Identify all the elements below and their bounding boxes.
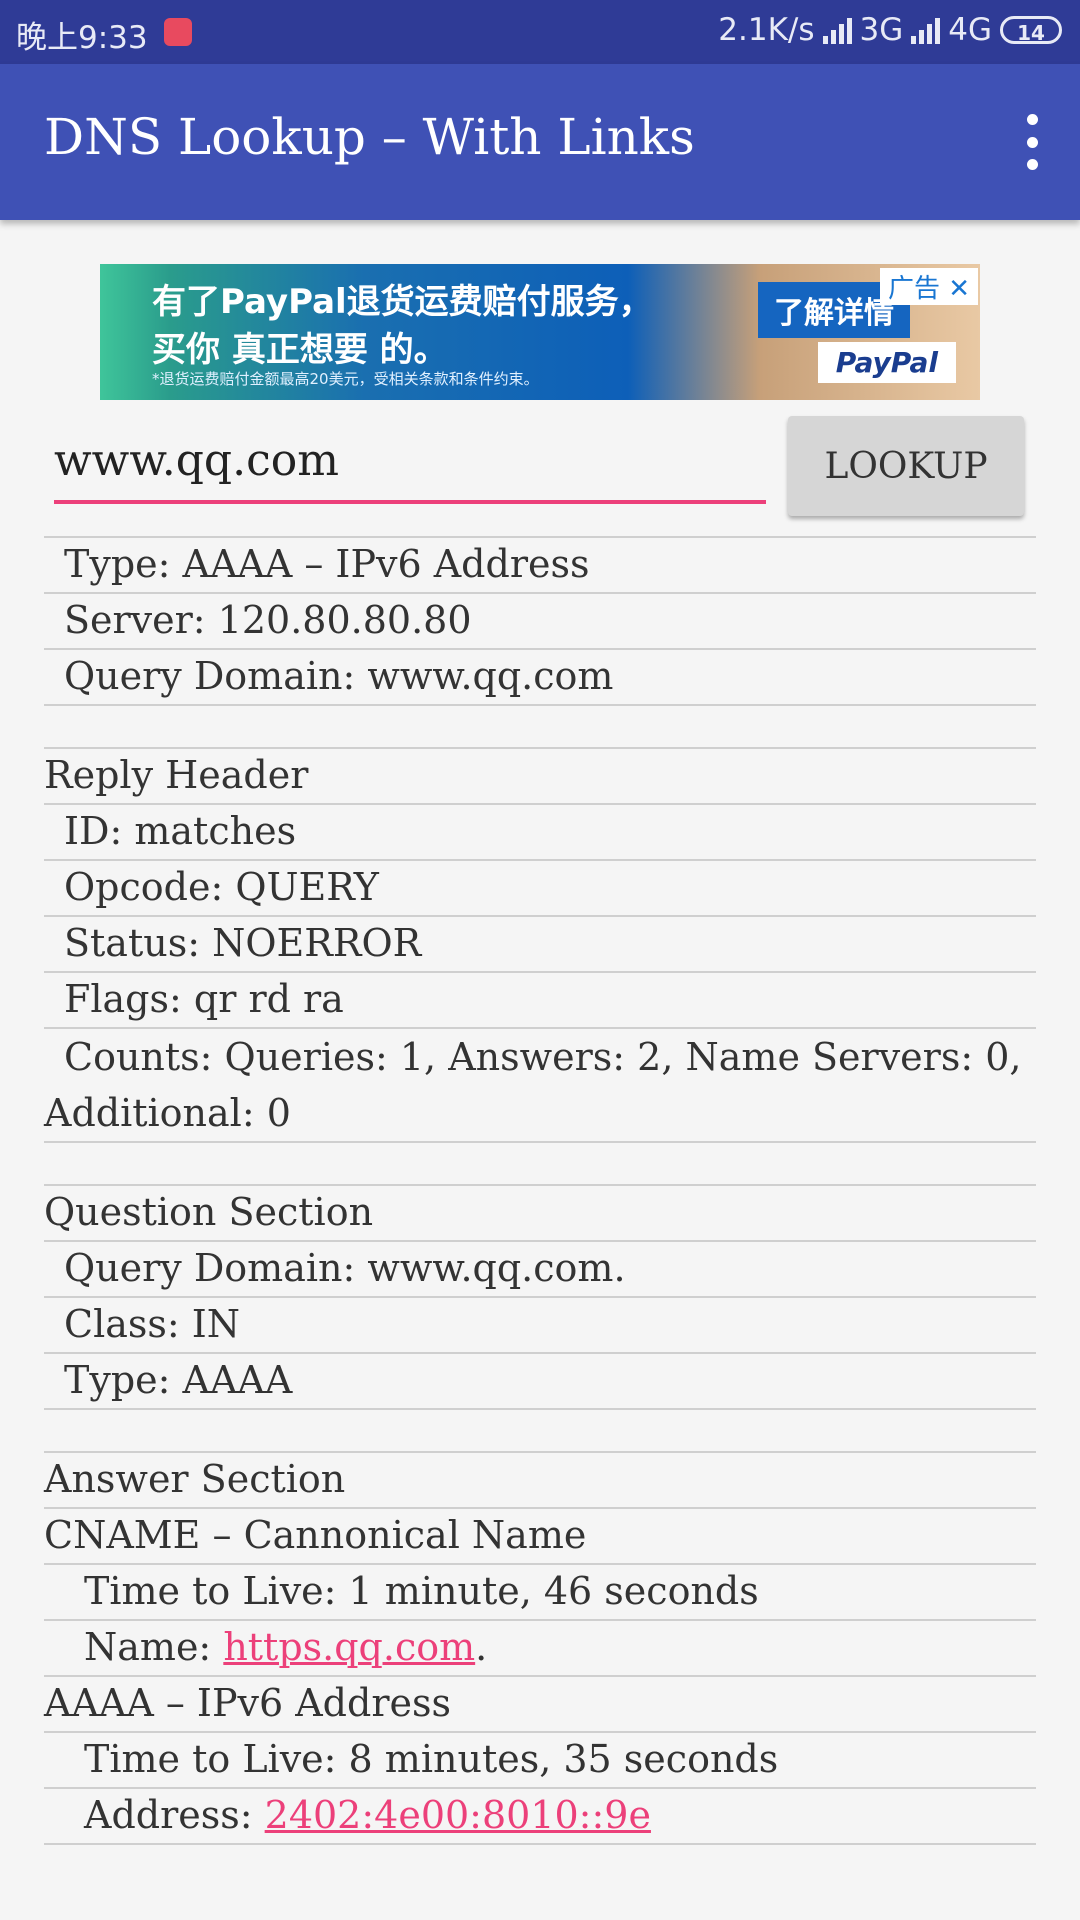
ad-line-2: 买你 真正想要 的。 — [152, 330, 448, 370]
cname-name: Name: https.qq.com. — [44, 1619, 1036, 1675]
results-list: Type: AAAA – IPv6 Address Server: 120.80… — [44, 536, 1036, 1845]
signal-r-icon — [822, 16, 852, 44]
question-domain: Query Domain: www.qq.com. — [44, 1240, 1036, 1296]
app-notification-icon — [164, 18, 192, 46]
battery-level: 14 — [1017, 21, 1045, 45]
ad-brand-logo: PayPal — [817, 342, 956, 383]
network-type-1: 3G — [859, 12, 904, 48]
cname-name-link[interactable]: https.qq.com — [223, 1625, 475, 1669]
ad-close-button[interactable]: 广告 ✕ — [879, 268, 978, 305]
aaaa-address: Address: 2402:4e00:8010::9e — [44, 1787, 1036, 1845]
divider — [44, 1141, 1036, 1184]
aaaa-record-title: AAAA – IPv6 Address — [44, 1675, 1036, 1731]
status-indicators: 2.1K/s 3G 4G 14 — [718, 12, 1062, 48]
aaaa-ttl: Time to Live: 8 minutes, 35 seconds — [44, 1731, 1036, 1787]
divider — [44, 1408, 1036, 1451]
status-time: 晚上9:33 — [16, 20, 148, 56]
domain-input[interactable] — [54, 420, 766, 504]
app-title: DNS Lookup – With Links — [44, 108, 695, 166]
status-bar: 晚上9:33 2.1K/s 3G 4G 14 — [0, 0, 1080, 64]
app-bar: DNS Lookup – With Links — [0, 64, 1080, 220]
ad-banner[interactable]: 有了PayPal退货运费赔付服务， 买你 真正想要 的。 *退货运费赔付金额最高… — [100, 264, 980, 400]
reply-header-heading: Reply Header — [44, 747, 1036, 803]
signal-icon — [911, 16, 941, 44]
divider — [44, 704, 1036, 747]
lookup-button[interactable]: LOOKUP — [788, 416, 1024, 516]
answer-section-heading: Answer Section — [44, 1451, 1036, 1507]
reply-status: Status: NOERROR — [44, 915, 1036, 971]
question-type: Type: AAAA — [44, 1352, 1036, 1408]
battery-icon: 14 — [1000, 16, 1062, 45]
aaaa-address-link[interactable]: 2402:4e00:8010::9e — [265, 1793, 651, 1837]
result-server: Server: 120.80.80.80 — [44, 592, 1036, 648]
question-section-heading: Question Section — [44, 1184, 1036, 1240]
ad-line-3: *退货运费赔付金额最高20美元，受相关条款和条件约束。 — [152, 370, 539, 388]
cname-ttl: Time to Live: 1 minute, 46 seconds — [44, 1563, 1036, 1619]
reply-flags: Flags: qr rd ra — [44, 971, 1036, 1027]
network-speed: 2.1K/s — [718, 12, 815, 48]
ad-line-1: 有了PayPal退货运费赔付服务， — [152, 282, 653, 322]
result-query-domain: Query Domain: www.qq.com — [44, 648, 1036, 704]
result-type: Type: AAAA – IPv6 Address — [44, 536, 1036, 592]
reply-counts: Counts: Queries: 1, Answers: 2, Name Ser… — [44, 1027, 1036, 1141]
network-type-2: 4G — [948, 12, 992, 48]
cname-name-suffix: . — [475, 1625, 488, 1669]
cname-record-title: CNAME – Cannonical Name — [44, 1507, 1036, 1563]
aaaa-address-label: Address: — [84, 1793, 265, 1837]
overflow-menu-icon[interactable] — [1014, 114, 1050, 170]
question-class: Class: IN — [44, 1296, 1036, 1352]
reply-opcode: Opcode: QUERY — [44, 859, 1036, 915]
reply-id: ID: matches — [44, 803, 1036, 859]
cname-name-label: Name: — [84, 1625, 224, 1669]
